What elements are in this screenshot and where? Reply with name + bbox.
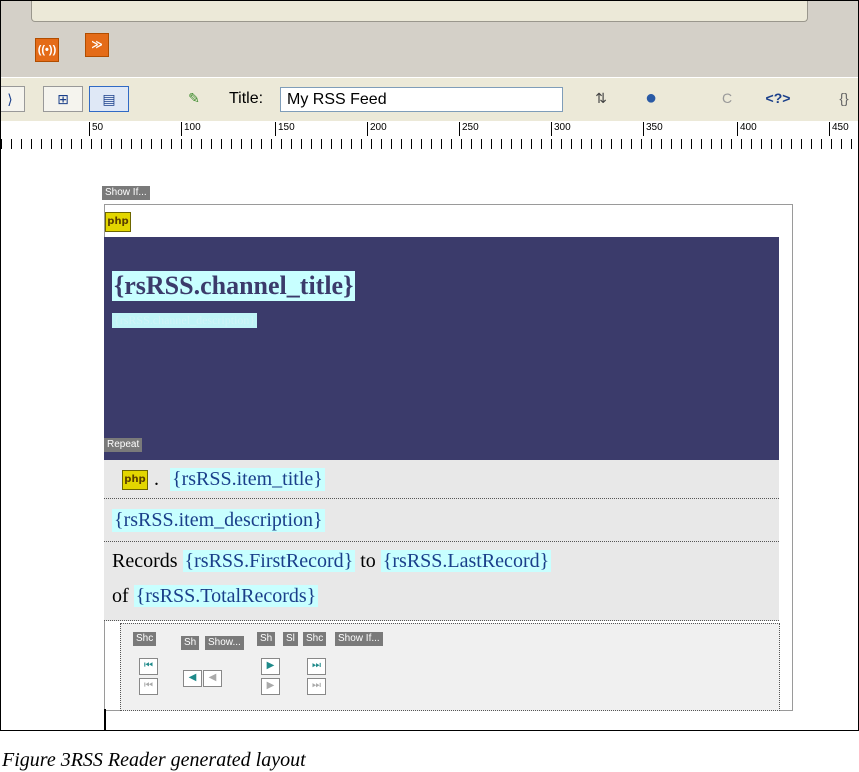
rss-icon[interactable]: ((•)) (35, 38, 59, 62)
ruler-label: 250 (459, 122, 479, 136)
total-records[interactable]: {rsRSS.TotalRecords} (133, 585, 319, 607)
ruler-label: 300 (551, 122, 571, 136)
show-if-tag[interactable]: Sh (257, 632, 276, 646)
code-navigation-icon: <?> (765, 90, 791, 106)
top-panel-strip (1, 1, 858, 25)
file-management-button[interactable]: ⇅ (581, 86, 621, 112)
last-record[interactable]: {rsRSS.LastRecord} (380, 550, 552, 572)
ruler-label: 200 (367, 122, 387, 136)
live-data-button[interactable]: ✎ (177, 86, 211, 112)
show-if-tag[interactable]: Shc (133, 632, 157, 646)
channel-header-block: {rsRSS.channel_title} {rsRSS.channel_des… (104, 237, 779, 460)
refresh-button[interactable]: C (713, 86, 741, 112)
records-line-2: of {rsRSS.TotalRecords} (112, 585, 319, 608)
channel-title[interactable]: {rsRSS.channel_title} (112, 271, 356, 301)
document-toolbar: ⟩ ⊞ ▤ ✎ Title: ⇅ ● C <?> {} (1, 77, 858, 123)
live-data-icon: ✎ (188, 90, 200, 106)
php-icon[interactable]: php (105, 212, 131, 232)
figure-caption: Figure 3RSS Reader generated layout (2, 749, 306, 771)
show-if-tag[interactable]: Sl (283, 632, 298, 646)
ruler-label: 350 (643, 122, 663, 136)
show-if-tag[interactable]: Show If... (102, 186, 150, 200)
to-text: to (355, 550, 381, 572)
ruler-ticks (1, 139, 858, 149)
records-row: Records {rsRSS.FirstRecord} to {rsRSS.La… (104, 542, 779, 621)
show-if-tag[interactable]: Shc (303, 632, 327, 646)
records-line-1: Records {rsRSS.FirstRecord} to {rsRSS.La… (112, 550, 552, 573)
show-if-tag[interactable]: Show... (205, 636, 244, 650)
last-page-disabled-icon: ⏭ (307, 678, 326, 695)
text-cursor (104, 709, 106, 730)
ruler-label: 50 (89, 122, 103, 136)
next-page-disabled-icon: ▶ (261, 678, 280, 695)
screenshot-frame: ((•)) ≫ ⟩ ⊞ ▤ ✎ Title: ⇅ ● C <?> {} (0, 0, 859, 731)
braces-button[interactable]: {} (829, 86, 858, 112)
code-navigation-button[interactable]: <?> (753, 86, 803, 112)
globe-icon: ● (644, 87, 658, 109)
last-page-button[interactable]: ⏭ (307, 658, 326, 675)
first-record[interactable]: {rsRSS.FirstRecord} (182, 550, 356, 572)
item-title-row: php . {rsRSS.item_title} (104, 460, 779, 499)
next-page-icon: ▶ (266, 660, 275, 671)
refresh-icon: C (721, 90, 733, 106)
show-if-tag[interactable]: Show If... (335, 632, 383, 646)
file-management-icon: ⇅ (595, 90, 607, 106)
item-description-row: {rsRSS.item_description} (104, 499, 779, 542)
repeat-tag[interactable]: Repeat (104, 438, 143, 452)
design-view-icon: ▤ (102, 91, 116, 107)
of-text: of (112, 585, 134, 607)
braces-icon: {} (839, 90, 849, 106)
show-if-tag[interactable]: Sh (181, 636, 200, 650)
item-title[interactable]: {rsRSS.item_title} (170, 468, 325, 491)
next-page-button[interactable]: ▶ (261, 658, 280, 675)
channel-description[interactable]: {rsRSS.channel_description} (112, 313, 258, 328)
split-view-icon: ⊞ (57, 91, 69, 107)
top-tab-bar (31, 1, 808, 22)
first-page-button[interactable]: ⏮ (139, 658, 158, 675)
code-view-icon: ⟩ (7, 91, 13, 107)
first-page-disabled-icon: ⏮ (139, 678, 158, 695)
ruler-label: 100 (181, 122, 201, 136)
navigation-bar: Shc Sh Show... Sh Sl Shc Show If... ⏮ ⏮ … (120, 623, 780, 711)
title-label: Title: (229, 90, 264, 107)
first-page-icon: ⏮ (144, 660, 153, 671)
php-icon[interactable]: php (122, 470, 148, 490)
split-view-button[interactable]: ⊞ (43, 86, 83, 112)
ruler-label: 400 (737, 122, 757, 136)
item-description[interactable]: {rsRSS.item_description} (112, 509, 325, 532)
insert-bar: ((•)) ≫ (1, 25, 858, 77)
design-view-button[interactable]: ▤ (89, 86, 129, 112)
code-view-button[interactable]: ⟩ (1, 86, 25, 112)
preview-button[interactable]: ● (631, 86, 671, 112)
previous-page-button[interactable]: ◀ (183, 670, 202, 687)
records-prefix: Records (112, 550, 183, 572)
horizontal-ruler: 50 100 150 200 250 300 350 400 450 (1, 121, 858, 150)
previous-page-disabled-icon: ◀ (203, 670, 222, 687)
title-input[interactable] (280, 87, 563, 112)
ruler-label: 150 (275, 122, 295, 136)
last-page-icon: ⏭ (312, 660, 321, 671)
item-dot: . (154, 468, 159, 490)
collapse-icon[interactable]: ≫ (85, 33, 109, 57)
ruler-label: 450 (829, 122, 849, 136)
previous-page-icon: ◀ (188, 672, 197, 683)
